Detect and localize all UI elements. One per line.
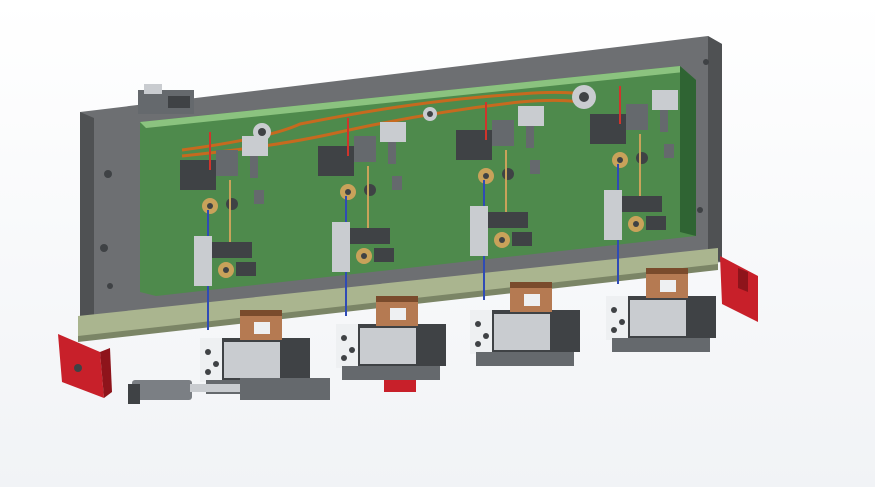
center-end-stop (384, 380, 416, 392)
clamp-jaw (646, 216, 666, 230)
gripper-tip (660, 110, 668, 132)
gripper-head (518, 106, 544, 126)
clamp-bracket (604, 190, 622, 240)
gripper-head (242, 136, 268, 156)
roller-wheel (502, 168, 514, 180)
carriage-cover (494, 314, 550, 350)
base-plate-hole (104, 170, 112, 178)
clamp-bracket (470, 206, 488, 256)
roller-wheel (364, 184, 376, 196)
carriage-side-plate (200, 338, 222, 382)
clamp-bracket (332, 222, 350, 272)
gripper-tip (388, 142, 396, 164)
gripper-block (216, 150, 238, 176)
contact-insert (390, 308, 406, 320)
roller-wheel (636, 152, 648, 164)
carriage-base (612, 338, 710, 352)
base-plate-hole (703, 59, 709, 65)
contact-insert (524, 294, 540, 306)
base-plate-hole (697, 207, 703, 213)
gripper-tip (250, 156, 258, 178)
clamp-bracket (194, 236, 212, 286)
carriage-base (476, 352, 574, 366)
small-fitting (530, 160, 540, 174)
cad-viewport[interactable] (0, 0, 875, 487)
gripper-block (354, 136, 376, 162)
roller-wheel (226, 198, 238, 210)
clamp-jaw (374, 248, 394, 262)
carriage-side-plate (336, 324, 358, 368)
clamp-block (212, 242, 252, 258)
small-fitting (254, 190, 264, 204)
gripper-block (492, 120, 514, 146)
carriage-cover (360, 328, 416, 364)
clamp-jaw (512, 232, 532, 246)
clamp-block (488, 212, 528, 228)
gripper-block (626, 104, 648, 130)
gripper-head (380, 122, 406, 142)
carriage-cover (224, 342, 280, 378)
base-plate-hole (100, 244, 108, 252)
clamp-jaw (236, 262, 256, 276)
carriage-side-plate (470, 310, 492, 354)
contact-insert (660, 280, 676, 292)
carriage-base (342, 366, 440, 380)
base-plate-hole (107, 283, 113, 289)
fixture-assembly-render (0, 0, 875, 487)
clamp-block (350, 228, 390, 244)
contact-insert (254, 322, 270, 334)
clamp-block (622, 196, 662, 212)
small-fitting (664, 144, 674, 158)
gripper-tip (526, 126, 534, 148)
carriage-cover (630, 300, 686, 336)
gripper-head (652, 90, 678, 110)
small-fitting (392, 176, 402, 190)
carriage-side-plate (606, 296, 628, 340)
